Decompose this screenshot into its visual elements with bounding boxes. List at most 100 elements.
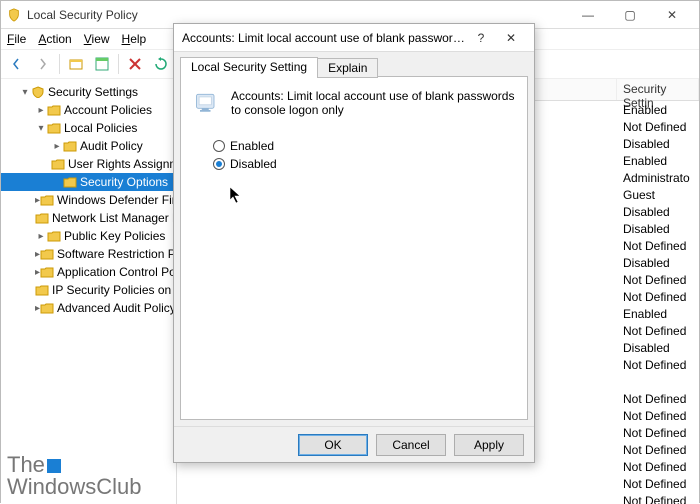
cell-setting: Administrato [617,171,699,185]
dialog-button-row: OK Cancel Apply [174,426,534,462]
tree-root-label: Security Settings [48,85,138,99]
cancel-button[interactable]: Cancel [376,434,446,456]
radio-enabled-circle [213,140,225,152]
folder-icon [47,122,61,134]
folder-icon [35,284,49,296]
radio-enabled[interactable]: Enabled [213,139,515,153]
dialog-close-button[interactable]: ✕ [496,24,526,52]
back-button[interactable] [5,52,29,76]
cell-setting: Disabled [617,222,699,236]
tree-item[interactable]: Security Options [1,173,176,191]
cell-setting: Not Defined [617,392,699,406]
twisty-icon[interactable]: ▸ [35,231,47,242]
menu-file[interactable]: File [7,32,26,46]
cell-setting: Disabled [617,205,699,219]
forward-button[interactable] [31,52,55,76]
dialog-titlebar: Accounts: Limit local account use of bla… [174,24,534,52]
app-icon [7,8,21,22]
cell-setting: Disabled [617,137,699,151]
tree-item-label: Network List Manager Poli [52,211,177,225]
delete-button[interactable] [123,52,147,76]
cell-setting: Enabled [617,307,699,321]
watermark: The WindowsClub [7,454,142,498]
tree-item-label: Public Key Policies [64,229,165,243]
watermark-square-icon [47,459,61,473]
radio-disabled-label: Disabled [230,157,277,171]
tree-item-label: Audit Policy [80,139,143,153]
tree-item-label: Software Restriction Policie [57,247,177,261]
properties-button[interactable] [90,52,114,76]
tree-item-label: Local Policies [64,121,137,135]
tab-local-security-setting[interactable]: Local Security Setting [180,57,318,77]
tree-item-label: Application Control Policie [57,265,177,279]
tree-item[interactable]: User Rights Assignment [1,155,176,173]
table-row[interactable]: Not Defined [177,475,699,492]
dialog-tabs: Local Security Setting Explain [180,56,528,76]
folder-icon [40,194,54,206]
tree-item[interactable]: ▸Application Control Policie [1,263,176,281]
watermark-line2: WindowsClub [7,474,142,499]
folder-icon [40,302,54,314]
close-button[interactable]: ✕ [651,1,693,29]
dialog-body: Accounts: Limit local account use of bla… [180,76,528,420]
minimize-button[interactable]: — [567,1,609,29]
menu-view[interactable]: View [84,32,110,46]
folder-icon [40,248,54,260]
dialog-title: Accounts: Limit local account use of bla… [182,31,466,45]
tree-item[interactable]: ▾ Local Policies [1,119,176,137]
twisty-icon[interactable]: ▾ [35,123,47,134]
cell-setting: Not Defined [617,290,699,304]
folder-icon [63,176,77,188]
tree-item[interactable]: ▸ Audit Policy [1,137,176,155]
tree-root[interactable]: ▾ Security Settings [1,83,176,101]
cell-setting: Not Defined [617,273,699,287]
tree-item[interactable]: ▸Windows Defender Firewall [1,191,176,209]
tree-item[interactable]: ▸ Account Policies [1,101,176,119]
cell-setting: Not Defined [617,358,699,372]
ok-button[interactable]: OK [298,434,368,456]
tree-item-label: Windows Defender Firewall [57,193,177,207]
policy-description-row: Accounts: Limit local account use of bla… [193,89,515,117]
cell-setting: Not Defined [617,239,699,253]
policy-description-text: Accounts: Limit local account use of bla… [231,89,515,117]
tree-item[interactable]: ▸Advanced Audit Policy Co [1,299,176,317]
tree-item[interactable]: IP Security Policies on Loca [1,281,176,299]
tab-explain[interactable]: Explain [317,58,378,78]
radio-group: Enabled Disabled [213,139,515,171]
folder-icon [40,266,54,278]
tree-item-label: Advanced Audit Policy Co [57,301,177,315]
cell-setting: Not Defined [617,477,699,491]
apply-button[interactable]: Apply [454,434,524,456]
cell-setting: Not Defined [617,409,699,423]
tree-item[interactable]: ▸ Public Key Policies [1,227,176,245]
cell-setting: Not Defined [617,494,699,504]
tree-item[interactable]: ▸Software Restriction Policie [1,245,176,263]
dialog-help-button[interactable]: ? [466,24,496,52]
folder-icon [51,158,65,170]
twisty-icon[interactable]: ▸ [51,141,63,152]
folder-icon [47,230,61,242]
cell-setting: Disabled [617,341,699,355]
twisty-icon[interactable]: ▸ [35,105,47,116]
tree-item-label: IP Security Policies on Loca [52,283,177,297]
maximize-button[interactable]: ▢ [609,1,651,29]
refresh-button[interactable] [149,52,173,76]
cell-setting: Enabled [617,103,699,117]
menu-help[interactable]: Help [122,32,147,46]
cell-setting: Not Defined [617,443,699,457]
folder-icon [35,212,49,224]
tree-pane[interactable]: ▾ Security Settings ▸ Account Policies ▾ Lo… [1,79,177,504]
radio-enabled-label: Enabled [230,139,274,153]
up-button[interactable] [64,52,88,76]
tree-item[interactable]: Network List Manager Poli [1,209,176,227]
window-title: Local Security Policy [27,8,567,22]
cell-setting: Guest [617,188,699,202]
menu-action[interactable]: Action [38,32,71,46]
radio-disabled[interactable]: Disabled [213,157,515,171]
folder-icon [63,140,77,152]
folder-icon [47,104,61,116]
table-row[interactable]: Not Defined [177,492,699,504]
properties-dialog: Accounts: Limit local account use of bla… [173,23,535,463]
tree-item-label: Account Policies [64,103,152,117]
col-security-setting[interactable]: Security Settin [617,79,699,100]
